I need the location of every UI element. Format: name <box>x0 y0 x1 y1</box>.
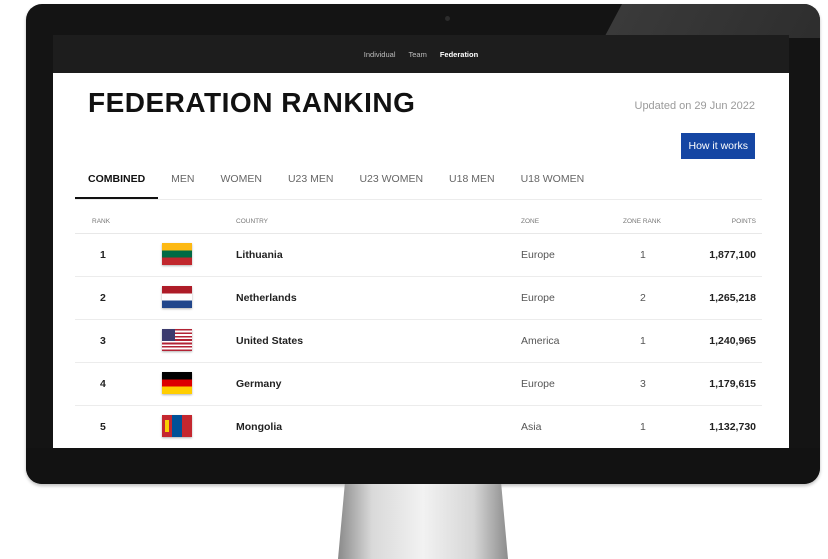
rank-cell: 5 <box>100 421 106 433</box>
table-row[interactable]: 2 Netherlands Europe 2 1,265,218 <box>75 277 762 320</box>
nav-federation[interactable]: Federation <box>440 50 478 59</box>
monitor: Individual Team Federation FEDERATION RA… <box>26 4 820 484</box>
zone-cell: America <box>521 335 560 347</box>
category-tabs: COMBINED MEN WOMEN U23 MEN U23 WOMEN U18… <box>75 164 762 200</box>
points-cell: 1,265,218 <box>709 292 756 304</box>
points-cell: 1,240,965 <box>709 335 756 347</box>
webcam-icon <box>445 16 450 21</box>
zone-rank-cell: 2 <box>640 292 646 304</box>
tab-combined[interactable]: COMBINED <box>75 164 159 199</box>
points-cell: 1,132,730 <box>709 421 756 433</box>
netherlands-flag-icon <box>162 286 192 308</box>
table-row[interactable]: 4 Germany Europe 3 1,179,615 <box>75 363 762 406</box>
monitor-stand <box>338 484 508 559</box>
monitor-chin <box>26 448 820 484</box>
tab-u23-women[interactable]: U23 WOMEN <box>346 164 436 199</box>
points-cell: 1,179,615 <box>709 378 756 390</box>
mongolia-flag-icon <box>162 415 192 437</box>
table-row[interactable]: 1 Lithuania Europe 1 1,877,100 <box>75 234 762 277</box>
zone-cell: Europe <box>521 292 555 304</box>
tab-u23-men[interactable]: U23 MEN <box>275 164 347 199</box>
header-points: POINTS <box>731 218 756 225</box>
tab-u18-women[interactable]: U18 WOMEN <box>508 164 598 199</box>
rank-cell: 1 <box>100 249 106 261</box>
zone-cell: Europe <box>521 249 555 261</box>
ranking-table: 1 Lithuania Europe 1 1,877,100 2 Netherl… <box>75 234 762 449</box>
zone-rank-cell: 1 <box>640 335 646 347</box>
header-rank: RANK <box>92 218 111 225</box>
country-cell[interactable]: Netherlands <box>236 292 297 304</box>
zone-rank-cell: 1 <box>640 249 646 261</box>
header-zone-rank: ZONE RANK <box>623 218 661 225</box>
points-cell: 1,877,100 <box>709 249 756 261</box>
header-country: COUNTRY <box>236 218 269 225</box>
page-title: FEDERATION RANKING <box>88 87 416 118</box>
united-states-flag-icon <box>162 329 192 351</box>
rank-cell: 4 <box>100 378 106 390</box>
nav-individual[interactable]: Individual <box>364 50 396 59</box>
screen-glare <box>603 4 820 38</box>
germany-flag-icon <box>162 372 192 394</box>
country-cell[interactable]: Lithuania <box>236 249 283 261</box>
monitor-screen: Individual Team Federation FEDERATION RA… <box>53 35 789 449</box>
zone-cell: Europe <box>521 378 555 390</box>
how-it-works-button[interactable]: How it works <box>681 133 755 159</box>
updated-date: Updated on 29 Jun 2022 <box>634 100 756 112</box>
header-zone: ZONE <box>521 218 540 225</box>
lithuania-flag-icon <box>162 243 192 265</box>
tab-u18-men[interactable]: U18 MEN <box>436 164 508 199</box>
nav-team[interactable]: Team <box>409 50 427 59</box>
zone-cell: Asia <box>521 421 542 433</box>
tab-women[interactable]: WOMEN <box>208 164 275 199</box>
zone-rank-cell: 1 <box>640 421 646 433</box>
table-row[interactable]: 5 Mongolia Asia 1 1,132,730 <box>75 406 762 449</box>
zone-rank-cell: 3 <box>640 378 646 390</box>
top-navbar: Individual Team Federation <box>53 35 789 73</box>
rank-cell: 2 <box>100 292 106 304</box>
tab-men[interactable]: MEN <box>158 164 207 199</box>
rank-cell: 3 <box>100 335 106 347</box>
country-cell[interactable]: United States <box>236 335 303 347</box>
table-header: RANK COUNTRY ZONE ZONE RANK POINTS <box>75 213 762 234</box>
country-cell[interactable]: Mongolia <box>236 421 282 433</box>
table-row[interactable]: 3 United States America 1 1,240,965 <box>75 320 762 363</box>
country-cell[interactable]: Germany <box>236 378 282 390</box>
